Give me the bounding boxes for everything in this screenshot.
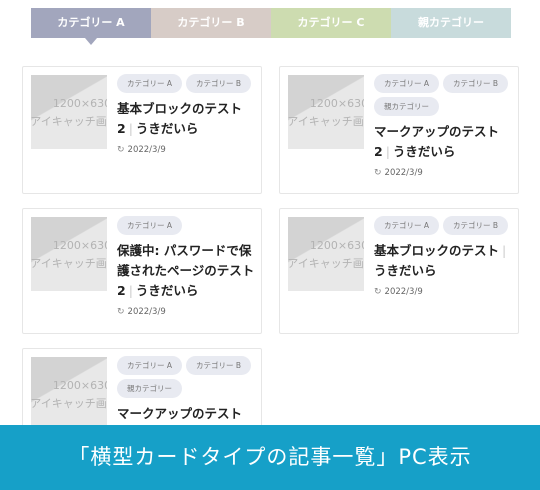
category-chip[interactable]: カテゴリー A [374,216,440,235]
article-date: ↻ 2022/3/9 [374,168,512,178]
thumbnail-size: 1200×630 [52,239,107,252]
category-chip[interactable]: 親カテゴリー [374,97,439,116]
caption-banner: 「横型カードタイプの記事一覧」PC表示 [0,425,540,490]
article-title[interactable]: マークアップのテスト2 | うきだいら [374,122,512,162]
refresh-icon: ↻ [117,145,125,155]
thumbnail-image: 1200×630 アイキャッチ画像 [288,217,364,291]
article-card[interactable]: 1200×630 アイキャッチ画像 カテゴリー A カテゴリー B 基本ブロック… [279,208,519,334]
category-tabs: カテゴリー A カテゴリー B カテゴリー C 親カテゴリー [31,8,511,45]
tab-category-a[interactable]: カテゴリー A [31,8,151,45]
category-chip[interactable]: カテゴリー A [117,356,183,375]
article-author: うきだいら [374,263,437,278]
thumbnail-size: 1200×630 [309,97,364,110]
article-date: ↻ 2022/3/9 [117,307,255,317]
refresh-icon: ↻ [117,307,125,317]
category-chip[interactable]: カテゴリー B [186,74,252,93]
article-date: ↻ 2022/3/9 [374,287,512,297]
title-text: 基本ブロックのテスト [374,243,500,258]
category-chip[interactable]: カテゴリー A [117,216,183,235]
title-text: マークアップのテスト [117,406,243,421]
date-text: 2022/3/9 [384,287,423,297]
article-title[interactable]: 基本ブロックのテスト |うきだいら [374,241,512,281]
thumbnail-caption: アイキャッチ画像 [31,115,107,128]
refresh-icon: ↻ [374,287,382,297]
date-text: 2022/3/9 [127,307,166,317]
tab-parent-category[interactable]: 親カテゴリー [391,8,511,38]
refresh-icon: ↻ [374,168,382,178]
article-title[interactable]: 基本ブロックのテスト2 | うきだいら [117,99,255,139]
article-author: うきだいら [135,283,199,298]
thumbnail-image: 1200×630 アイキャッチ画像 [288,75,364,149]
thumbnail-image: 1200×630 アイキャッチ画像 [31,357,107,431]
category-chip[interactable]: カテゴリー B [186,356,252,375]
article-date: ↻ 2022/3/9 [117,145,255,155]
article-card[interactable]: 1200×630 アイキャッチ画像 カテゴリー A 保護中: パスワードで保護さ… [22,208,262,334]
thumbnail-size: 1200×630 [309,239,364,252]
category-chip[interactable]: カテゴリー B [443,216,509,235]
article-author: うきだいら [135,121,199,136]
tab-category-b[interactable]: カテゴリー B [151,8,271,38]
category-chip[interactable]: カテゴリー B [443,74,509,93]
date-text: 2022/3/9 [127,145,166,155]
thumbnail-caption: アイキャッチ画像 [31,257,107,270]
thumbnail-caption: アイキャッチ画像 [288,257,364,270]
date-text: 2022/3/9 [384,168,423,178]
thumbnail-caption: アイキャッチ画像 [31,397,107,410]
thumbnail-image: 1200×630 アイキャッチ画像 [31,217,107,291]
article-author: うきだいら [392,144,456,159]
article-card[interactable]: 1200×630 アイキャッチ画像 カテゴリー A カテゴリー B 親カテゴリー… [279,66,519,194]
article-card[interactable]: 1200×630 アイキャッチ画像 カテゴリー A カテゴリー B 基本ブロック… [22,66,262,194]
thumbnail-size: 1200×630 [52,379,107,392]
thumbnail-size: 1200×630 [52,97,107,110]
thumbnail-caption: アイキャッチ画像 [288,115,364,128]
thumbnail-image: 1200×630 アイキャッチ画像 [31,75,107,149]
tab-category-c[interactable]: カテゴリー C [271,8,391,38]
category-chip[interactable]: カテゴリー A [117,74,183,93]
article-title[interactable]: マークアップのテスト [117,404,255,424]
article-title[interactable]: 保護中: パスワードで保護されたページのテスト2 | うきだいら [117,241,255,301]
category-chip[interactable]: カテゴリー A [374,74,440,93]
category-chip[interactable]: 親カテゴリー [117,379,182,398]
